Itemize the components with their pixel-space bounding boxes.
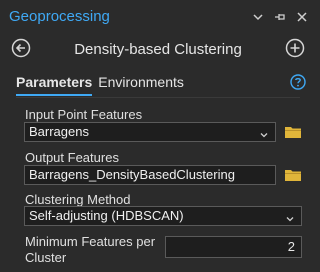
divider [16,97,300,98]
app-title: Geoprocessing [9,8,110,25]
tab-parameters[interactable]: Parameters [16,74,93,96]
min-features-label-line2: Cluster [25,250,67,265]
pin-icon[interactable] [274,10,286,22]
output-features-label: Output Features [25,150,119,165]
input-point-features-value: Barragens [29,124,89,139]
add-icon[interactable] [285,38,305,58]
input-point-features-label: Input Point Features [25,107,143,122]
min-features-label-line1: Minimum Features per [25,234,156,249]
output-features-input[interactable]: Barragens_DensityBasedClustering [24,165,276,185]
folder-icon[interactable] [284,125,302,139]
chevron-down-icon[interactable] [259,127,269,138]
clustering-method-dropdown[interactable]: Self-adjusting (HDBSCAN) [24,206,302,226]
chevron-down-icon[interactable] [285,211,295,222]
output-features-value: Barragens_DensityBasedClustering [29,167,235,182]
chevron-down-icon[interactable] [252,10,264,22]
input-point-features-dropdown[interactable]: Barragens [24,122,276,142]
close-icon[interactable] [296,10,308,22]
clustering-method-label: Clustering Method [25,192,131,207]
title-bar: Geoprocessing [0,0,316,32]
tab-environments[interactable]: Environments [98,74,184,96]
tab-bar: Parameters Environments [16,74,184,96]
folder-icon[interactable] [284,168,302,182]
min-features-input[interactable]: 2 [165,236,302,258]
help-icon[interactable] [290,74,306,90]
tool-title: Density-based Clustering [74,41,242,58]
clustering-method-value: Self-adjusting (HDBSCAN) [29,208,184,223]
window-controls [252,10,308,22]
tool-header: Density-based Clustering [0,34,316,64]
